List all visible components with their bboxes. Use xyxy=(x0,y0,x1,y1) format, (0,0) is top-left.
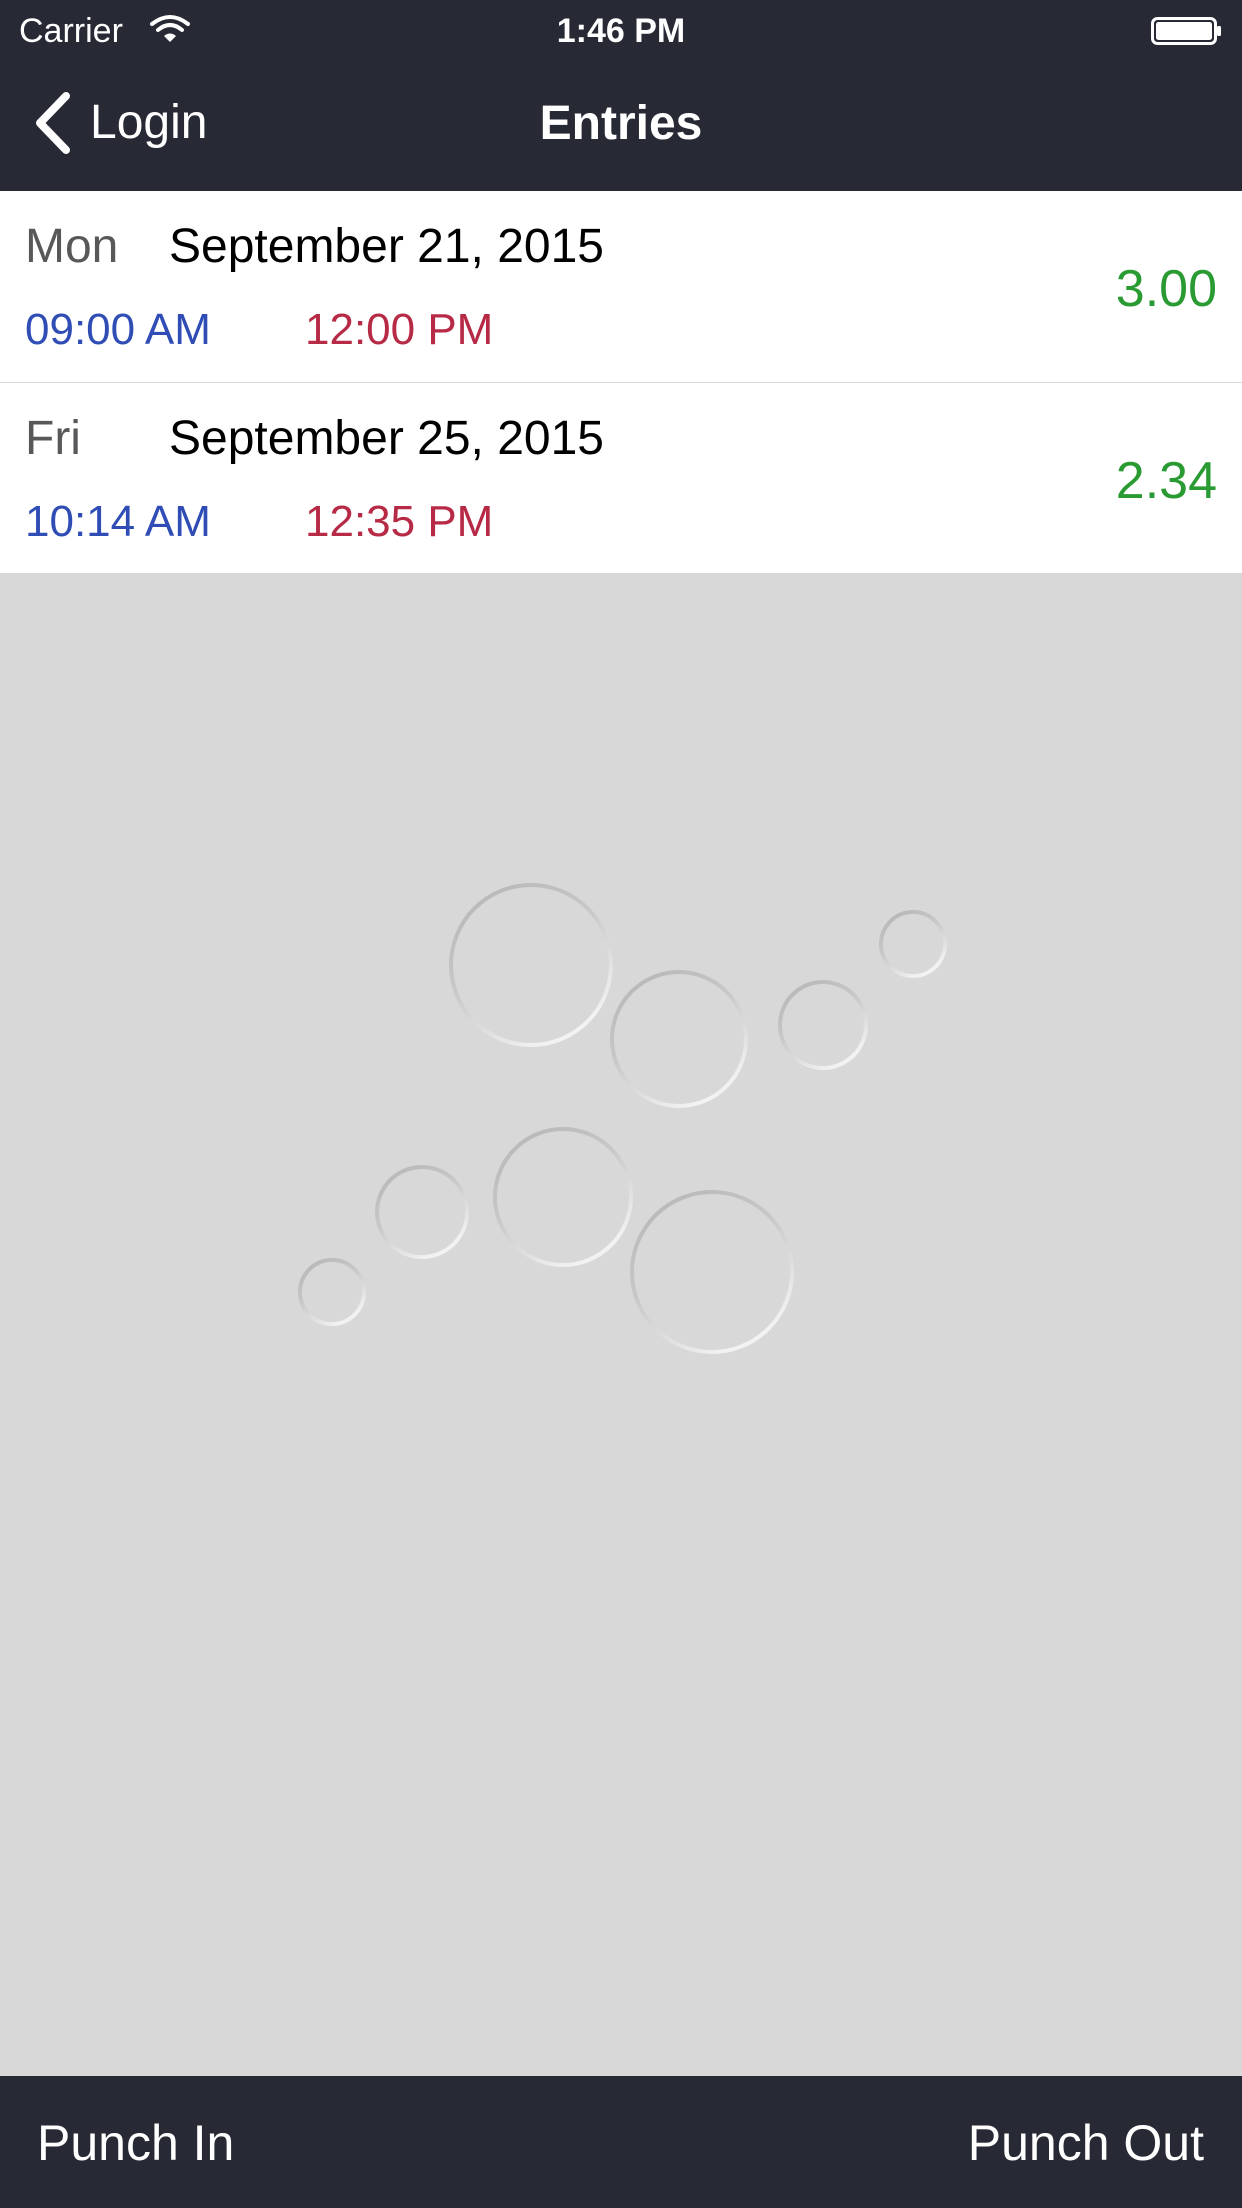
entry-time-out: 12:00 PM xyxy=(305,305,494,354)
battery-full-icon xyxy=(1151,17,1221,45)
bubble xyxy=(879,910,947,978)
entry-row[interactable]: Fri September 25, 2015 10:14 AM 12:35 PM… xyxy=(0,382,1242,573)
status-time: 1:46 PM xyxy=(556,12,686,50)
navigation-bar: Login Entries xyxy=(0,60,1242,191)
bubble xyxy=(375,1165,469,1259)
bubble xyxy=(610,970,748,1108)
entry-time-in: 10:14 AM xyxy=(25,497,211,546)
entries-screen: Carrier 1:46 PM Login Entries Mon Septem… xyxy=(0,0,1242,2208)
entry-time-in: 09:00 AM xyxy=(25,305,211,354)
punch-in-button[interactable]: Punch In xyxy=(37,2114,234,2172)
entry-date: September 25, 2015 xyxy=(169,412,604,465)
bubble xyxy=(630,1190,794,1354)
entry-date: September 21, 2015 xyxy=(169,220,604,273)
entry-hours: 2.34 xyxy=(1115,452,1217,510)
status-bar: Carrier 1:46 PM xyxy=(0,0,1242,60)
top-bar: Carrier 1:46 PM Login Entries xyxy=(0,0,1242,191)
entry-day: Mon xyxy=(25,220,119,273)
entry-time-out: 12:35 PM xyxy=(305,497,494,546)
entry-day: Fri xyxy=(25,412,81,465)
bubble xyxy=(298,1258,366,1326)
bubble xyxy=(493,1127,633,1267)
entry-row[interactable]: Mon September 21, 2015 09:00 AM 12:00 PM… xyxy=(0,191,1242,382)
entries-list: Mon September 21, 2015 09:00 AM 12:00 PM… xyxy=(0,191,1242,573)
page-title: Entries xyxy=(539,97,703,150)
bubble xyxy=(778,980,868,1070)
punch-out-button[interactable]: Punch Out xyxy=(968,2114,1204,2172)
entry-hours: 3.00 xyxy=(1115,260,1217,318)
bottom-toolbar: Punch In Punch Out xyxy=(0,2076,1242,2208)
bubble xyxy=(449,883,613,1047)
